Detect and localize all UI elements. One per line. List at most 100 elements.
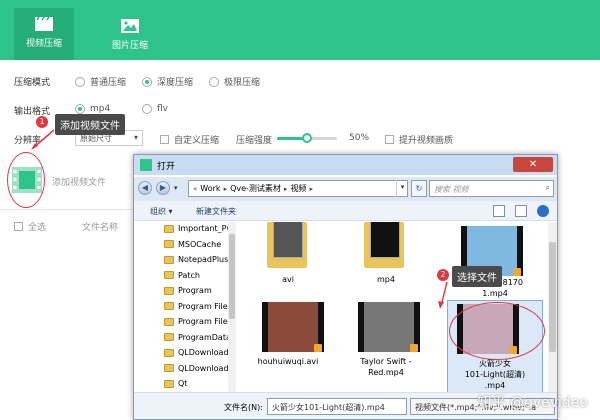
preview-pane-icon[interactable] [515,205,527,217]
tree-folder-item[interactable]: QLDownload [164,348,229,357]
scrollbar-thumb[interactable] [229,234,235,319]
dialog-toolbar: 组织 ▾ 新建文件夹 [134,201,557,221]
file-scrollbar[interactable] [548,222,557,392]
tree-folder-item[interactable]: Program Files [164,302,232,311]
tree-folder-item[interactable]: ProgramData [164,333,231,342]
breadcrumb-item[interactable]: 视频 [290,183,306,194]
refresh-icon[interactable]: ↻ [411,180,427,197]
radio-dot[interactable] [75,76,85,87]
tree-folder-item[interactable]: QLDownloadG [164,364,235,373]
watermark: 知乎 @qvevideo [477,395,588,411]
radio-normal-compress[interactable]: 普通压缩 [75,75,126,88]
new-folder-button[interactable]: 新建文件夹 [196,206,236,217]
play-icon [314,344,322,352]
tree-folder-item[interactable]: NotepadPlusP [164,255,233,264]
strength-label: 压缩强度 [236,136,273,146]
radio-deep-compress[interactable]: 深度压缩 [142,75,193,88]
tree-folder-item[interactable]: Qt [164,379,187,388]
tree-folder-item[interactable]: Program Files [164,317,232,326]
step-badge-1: 1 [36,116,48,128]
tree-folder-item[interactable]: Patch [164,271,200,280]
breadcrumb-root-icon: « [193,184,198,193]
tree-folder-label: Qt [178,379,188,388]
highlight-circle [7,152,45,208]
tab-label: 图片压缩 [111,41,148,51]
tree-folder-item[interactable]: Important_Pw [164,224,233,233]
radio-format-flv[interactable]: flv [142,104,168,114]
search-input[interactable]: 搜索 视频 ⌕ [429,180,554,197]
view-options-icon[interactable] [493,205,505,217]
checkbox-box[interactable] [385,135,394,144]
tree-scrollbar[interactable] [228,222,236,392]
search-icon: ⌕ [545,183,550,192]
video-clapper-icon [35,16,53,31]
folder-icon [164,379,174,388]
tree-folder-label: MSOCache [178,239,222,249]
address-dropdown-icon[interactable]: ▾ [396,180,408,197]
select-all-checkbox[interactable]: 全选 [14,220,46,233]
address-bar[interactable]: « Work ▸ Qve-测试素材 ▸ 视频 ▸ [188,180,408,197]
tab-image-compress[interactable]: 图片压缩 [100,10,160,60]
history-dropdown-icon[interactable]: ▾ [174,184,178,192]
folder-icon [164,317,174,326]
scrollbar-thumb[interactable] [549,242,556,352]
close-button[interactable]: ✕ [513,157,553,172]
help-icon[interactable] [537,205,549,217]
folder-icon [164,271,174,279]
strength-slider-thumb[interactable] [302,133,312,143]
filename-column-header: 文件名称 [82,223,119,233]
tooltip-select-file: 选择文件 [452,266,502,287]
radio-label: mp4 [90,104,111,114]
folder-icon [164,333,174,341]
custom-compress-checkbox[interactable]: 自定义压缩 [160,133,219,146]
tree-folder-label: Program Files [178,317,232,326]
dialog-navbar: ◀ ▶ ▾ « Work ▸ Qve-测试素材 ▸ 视频 ▸ ▾ ↻ 搜索 视频… [134,177,557,201]
strength-value: 50% [349,133,370,143]
tree-folder-label: Important_Pw [178,224,234,233]
folder-icon [267,222,307,268]
checkbox-label: 提升视频画质 [399,136,454,146]
tree-folder-label: Program Files [178,301,232,311]
output-format-label: 输出格式 [14,107,51,117]
radio-label: 普通压缩 [90,78,127,88]
dialog-titlebar: 打开 [134,155,557,175]
file-name: Taylor Swift - Red.mp4 [360,357,412,377]
checkbox-box[interactable] [160,135,169,144]
checkbox-label: 自定义压缩 [174,136,220,146]
back-arrow-icon[interactable]: ◀ [138,181,152,195]
tree-folder-label: ProgramData [178,332,231,342]
tab-video-compress[interactable]: 视频压缩 [14,8,74,60]
breadcrumb-item[interactable]: Work [200,184,220,193]
tab-label: 视频压缩 [25,39,62,49]
open-file-dialog: 打开 ✕ ◀ ▶ ▾ « Work ▸ Qve-测试素材 ▸ 视频 ▸ ▾ ↻ … [133,154,558,420]
folder-icon [164,348,174,357]
tree-folder-label: QLDownload [178,348,229,357]
view-buttons [493,205,549,217]
forward-arrow-icon[interactable]: ▶ [156,181,170,195]
play-icon [513,268,521,276]
add-video-label[interactable]: 添加视频文件 [52,175,106,188]
chevron-right-icon: ▸ [309,184,313,193]
tree-folder-item[interactable]: MSOCache [164,240,221,249]
app-header: 视频压缩 图片压缩 [0,0,600,60]
breadcrumb-item[interactable]: Qve-测试素材 [230,183,281,194]
enhance-quality-checkbox[interactable]: 提升视频画质 [385,133,453,146]
folder-icon [164,364,174,372]
checkbox-box[interactable] [14,222,23,231]
radio-label: 深度压缩 [157,78,194,88]
radio-extreme-compress[interactable]: 极限压缩 [209,75,260,88]
radio-dot[interactable] [142,104,152,114]
chevron-down-icon: ▾ [133,133,138,142]
radio-dot[interactable] [75,104,85,114]
compress-mode-label: 压缩模式 [14,78,51,88]
folder-icon [164,302,174,310]
tree-folder-item[interactable]: Program [164,286,212,295]
radio-format-mp4[interactable]: mp4 [75,104,110,114]
radio-dot[interactable] [142,76,152,87]
tree-folder-label: Patch [178,270,200,280]
filename-input[interactable]: 火箭少女101-Light(超清).mp4 [267,398,407,415]
tree-folder-label: QLDownloadG [178,363,235,373]
radio-dot[interactable] [209,76,219,87]
chevron-right-icon: ▸ [283,184,288,193]
organize-button[interactable]: 组织 ▾ [150,206,173,217]
